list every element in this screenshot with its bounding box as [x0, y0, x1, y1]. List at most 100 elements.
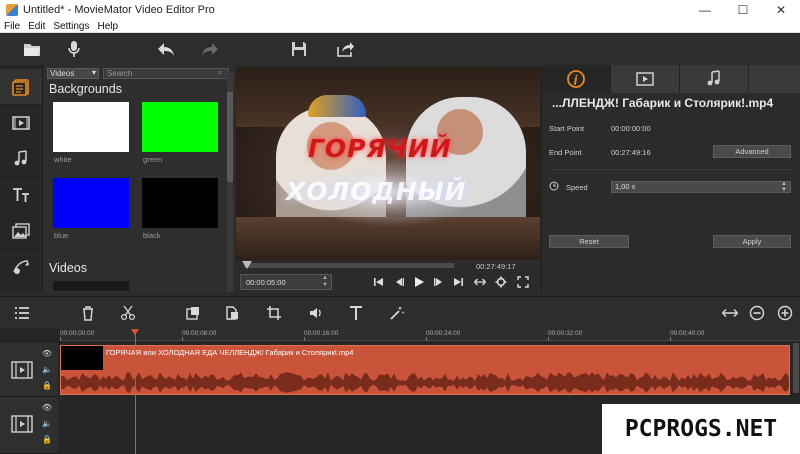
mute-speaker-icon[interactable]: 🔈 [42, 364, 52, 374]
video-thumbnail[interactable] [53, 281, 129, 291]
speed-value: 1,00 x [615, 182, 636, 191]
section-heading-backgrounds: Backgrounds [49, 82, 122, 96]
paste-icon[interactable] [222, 304, 242, 322]
text-icon[interactable] [0, 177, 42, 213]
magic-wand-icon[interactable] [387, 304, 407, 322]
media-item-white[interactable] [53, 102, 129, 152]
step-back-icon[interactable] [392, 275, 406, 289]
info-icon [567, 70, 585, 88]
search-input[interactable]: Search ⌕ [103, 68, 229, 79]
ruler-label: 00:00:16:00 [304, 330, 339, 337]
timeline-ruler[interactable]: 00:00:00:00 00:00:08:00 00:00:16:00 00:0… [60, 329, 800, 341]
timeline-clip[interactable]: ГОРЯЧАЯ или ХОЛОДНАЯ ЕДА ЧЕЛЛЕНДЖ! Габар… [60, 345, 790, 395]
text-tool-icon[interactable] [346, 304, 366, 322]
start-point-value: 00:00:00:00 [611, 124, 651, 133]
undo-icon[interactable] [154, 38, 178, 60]
fit-width-icon[interactable] [473, 275, 487, 289]
filter-icon[interactable] [0, 105, 42, 141]
tab-audio[interactable] [680, 65, 749, 93]
media-filter-select[interactable]: Videos [47, 68, 99, 79]
fullscreen-icon[interactable] [516, 275, 530, 289]
media-panel: Videos Search ⌕ Backgrounds white green … [42, 65, 235, 293]
media-item-black[interactable] [142, 178, 218, 228]
timecode-input[interactable]: 00:00:05:00 ▲ ▼ [240, 274, 332, 290]
clip-name: ГОРЯЧАЯ или ХОЛОДНАЯ ЕДА ЧЕЛЛЕНДЖ! Габар… [106, 348, 354, 357]
clip-title: ...ЛЛЕНДЖ! Габарик и Столярик!.mp4 [552, 96, 774, 110]
mute-speaker-icon[interactable]: 🔈 [42, 418, 52, 428]
timecode-spinner[interactable]: ▲ ▼ [322, 275, 328, 289]
preview-panel: ГОРЯЧИЙ ХОЛОДНЫЙ 00:27:49:17 00:00:05:00… [236, 65, 540, 293]
speed-select[interactable]: 1,00 x ▲ ▼ [611, 181, 791, 193]
audio-track-header: 👁 🔈 🔒 [0, 397, 58, 454]
audio-icon[interactable] [0, 141, 42, 177]
microphone-icon[interactable] [62, 38, 86, 60]
step-forward-icon[interactable] [432, 275, 446, 289]
preview-overlay-text-2: ХОЛОДНЫЙ [286, 177, 467, 206]
left-sidebar [0, 65, 42, 293]
redo-icon[interactable] [198, 38, 222, 60]
zoom-in-icon[interactable] [775, 304, 795, 322]
film-strip-icon [11, 361, 33, 379]
ruler-label: 00:00:24:00 [426, 330, 461, 337]
delete-icon[interactable] [78, 304, 98, 322]
maximize-button[interactable]: ☐ [724, 0, 762, 20]
overlay-icon[interactable] [0, 213, 42, 249]
timeline-scrollbar[interactable] [793, 343, 799, 393]
app-icon [6, 4, 18, 16]
close-button[interactable]: ✕ [762, 0, 800, 20]
save-icon[interactable] [287, 38, 311, 60]
crop-icon[interactable] [264, 304, 284, 322]
properties-panel: ...ЛЛЕНДЖ! Габарик и Столярик!.mp4 Start… [541, 65, 800, 293]
video-preview[interactable]: ГОРЯЧИЙ ХОЛОДНЫЙ [236, 67, 540, 260]
search-placeholder: Search [107, 69, 133, 78]
track-list-icon[interactable] [12, 304, 32, 322]
menu-edit[interactable]: Edit [24, 21, 49, 32]
menu-bar: File Edit Settings Help [0, 20, 800, 33]
media-scrollbar[interactable] [227, 72, 233, 292]
playhead[interactable] [135, 329, 136, 454]
skip-start-icon[interactable] [372, 275, 386, 289]
volume-icon[interactable] [306, 304, 326, 322]
tab-info[interactable] [542, 65, 611, 93]
lock-icon[interactable]: 🔒 [42, 434, 52, 444]
play-icon[interactable] [412, 275, 426, 289]
zoom-fit-icon[interactable] [720, 304, 740, 322]
watermark: PCPROGS.NET [602, 404, 800, 454]
clip-thumbnail [61, 346, 103, 370]
menu-settings[interactable]: Settings [49, 21, 93, 32]
ruler-label: 00:00:08:00 [182, 330, 217, 337]
media-library-icon[interactable] [0, 69, 42, 105]
open-folder-icon[interactable] [20, 38, 44, 60]
scrubber-handle[interactable] [242, 261, 253, 269]
media-item-label: blue [54, 231, 69, 240]
total-duration: 00:27:49:17 [476, 262, 516, 271]
minimize-button[interactable]: — [686, 0, 724, 20]
media-item-green[interactable] [142, 102, 218, 152]
menu-file[interactable]: File [0, 21, 24, 32]
media-item-label: white [54, 155, 72, 164]
preview-scrubber[interactable] [244, 263, 454, 268]
tab-video[interactable] [611, 65, 680, 93]
export-icon[interactable] [333, 38, 357, 60]
apply-button[interactable]: Apply [713, 235, 791, 248]
visibility-eye-icon[interactable]: 👁 [42, 402, 52, 412]
media-item-blue[interactable] [53, 178, 129, 228]
menu-help[interactable]: Help [94, 21, 123, 32]
preview-overlay-text-1: ГОРЯЧИЙ [308, 134, 452, 163]
skip-end-icon[interactable] [451, 275, 465, 289]
advanced-button[interactable]: Advanced [713, 145, 791, 158]
film-strip-icon [11, 415, 33, 433]
cut-icon[interactable] [118, 304, 138, 322]
visibility-eye-icon[interactable]: 👁 [42, 348, 52, 358]
lock-icon[interactable]: 🔒 [42, 380, 52, 390]
settings-gear-icon[interactable] [494, 275, 508, 289]
end-point-label: End Point [549, 148, 582, 157]
speed-spinner[interactable]: ▲ ▼ [781, 181, 787, 193]
playhead-handle[interactable] [131, 329, 139, 335]
copy-icon[interactable] [183, 304, 203, 322]
transition-icon[interactable] [0, 249, 42, 285]
title-bar: Untitled* - MovieMator Video Editor Pro … [0, 0, 800, 20]
zoom-out-icon[interactable] [747, 304, 767, 322]
speed-clock-icon [549, 181, 559, 191]
reset-button[interactable]: Reset [549, 235, 629, 248]
